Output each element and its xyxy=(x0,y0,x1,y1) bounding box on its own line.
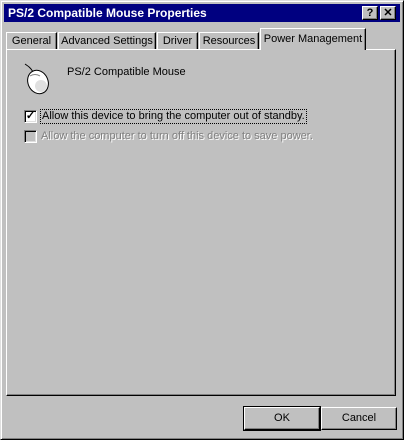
wake-checkbox[interactable]: ✓ xyxy=(24,110,37,123)
help-button[interactable]: ? xyxy=(362,6,378,20)
power-off-option-label: Allow the computer to turn off this devi… xyxy=(41,130,313,142)
tab-advanced-settings[interactable]: Advanced Settings xyxy=(58,32,156,49)
power-off-checkbox xyxy=(24,130,37,143)
tab-panel xyxy=(6,49,396,396)
wake-option-label[interactable]: Allow this device to bring the computer … xyxy=(40,109,307,124)
window-title: PS/2 Compatible Mouse Properties xyxy=(8,6,207,20)
cancel-button[interactable]: Cancel xyxy=(321,407,397,430)
close-button[interactable]: ✕ xyxy=(380,6,396,20)
tab-general[interactable]: General xyxy=(6,32,57,49)
ok-button[interactable]: OK xyxy=(243,406,321,431)
tab-resources[interactable]: Resources xyxy=(199,32,259,49)
device-name: PS/2 Compatible Mouse xyxy=(67,66,186,78)
mouse-icon xyxy=(24,63,49,95)
tab-driver[interactable]: Driver xyxy=(157,32,198,49)
title-bar[interactable]: PS/2 Compatible Mouse Properties ? ✕ xyxy=(4,4,400,22)
tab-power-management[interactable]: Power Management xyxy=(260,28,366,50)
